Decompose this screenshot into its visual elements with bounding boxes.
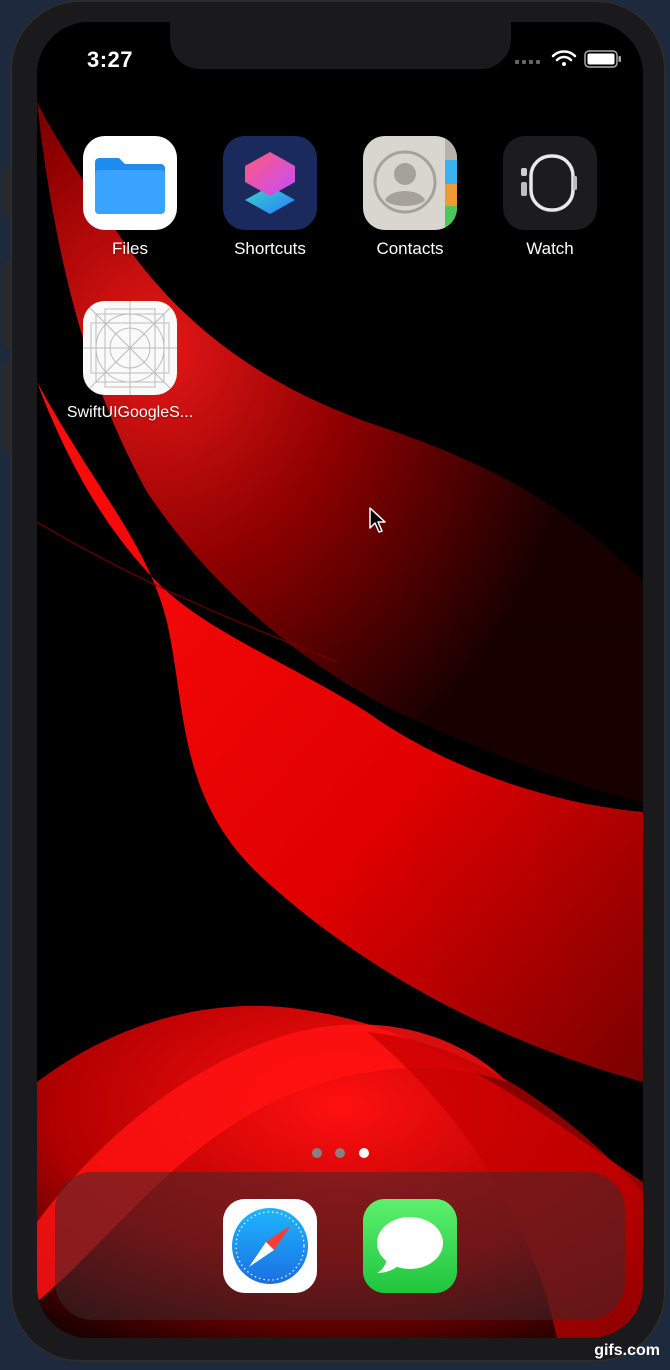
side-button-silent: [2, 168, 10, 216]
contacts-icon[interactable]: [363, 136, 457, 230]
app-contacts[interactable]: Contacts: [340, 136, 480, 259]
app-label: SwiftUIGoogleS...: [66, 404, 194, 421]
mouse-cursor-icon: [369, 507, 386, 533]
home-screen[interactable]: 3:27 Files Shortcuts Contacts Watch Swif…: [37, 22, 643, 1338]
page-dot-current[interactable]: [359, 1148, 369, 1158]
files-icon[interactable]: [83, 136, 177, 230]
signal-icon: [515, 60, 540, 64]
app-label: Shortcuts: [234, 239, 306, 258]
app-label: Files: [112, 239, 148, 258]
page-dot[interactable]: [312, 1148, 322, 1158]
messages-icon[interactable]: [363, 1199, 457, 1293]
status-time: 3:27: [87, 47, 134, 72]
app-label: Contacts: [376, 239, 444, 258]
dock: [55, 1172, 625, 1320]
status-icons: [515, 48, 625, 70]
battery-icon: [584, 50, 621, 68]
page-dot[interactable]: [335, 1148, 345, 1158]
side-button-volume-up: [2, 260, 10, 348]
notch: [170, 22, 511, 69]
app-swiftuigoogle[interactable]: SwiftUIGoogleS...: [60, 301, 200, 422]
app-watch[interactable]: Watch: [480, 136, 620, 259]
shortcuts-icon[interactable]: [223, 136, 317, 230]
watch-icon[interactable]: [503, 136, 597, 230]
safari-icon[interactable]: [223, 1199, 317, 1293]
app-shortcuts[interactable]: Shortcuts: [200, 136, 340, 259]
app-files[interactable]: Files: [60, 136, 200, 259]
app-placeholder-icon[interactable]: [83, 301, 177, 395]
wifi-icon: [551, 50, 577, 66]
page-indicator[interactable]: [307, 1148, 377, 1160]
side-button-volume-down: [2, 362, 10, 450]
app-label: Watch: [526, 239, 574, 258]
watermark: gifs.com: [594, 1342, 660, 1359]
